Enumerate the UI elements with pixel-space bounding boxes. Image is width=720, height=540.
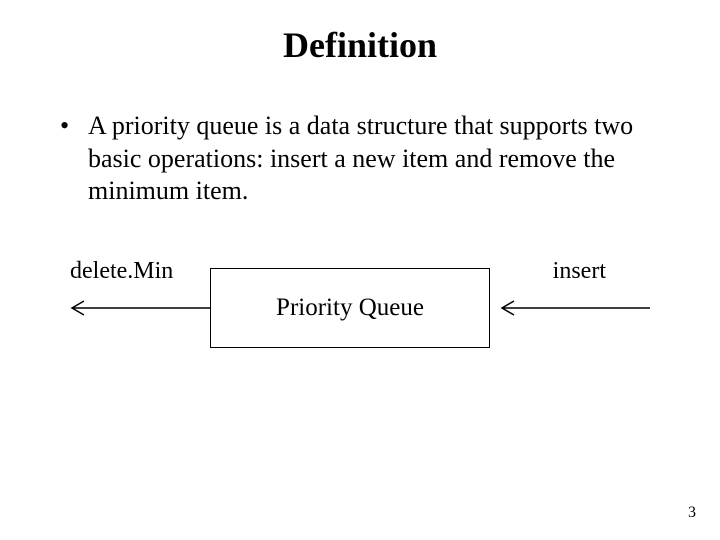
- arrow-left-icon: [60, 298, 210, 318]
- priority-queue-box-label: Priority Queue: [276, 294, 424, 322]
- slide-title: Definition: [0, 24, 720, 66]
- bullet-marker: •: [60, 110, 88, 143]
- delete-min-label: delete.Min: [70, 258, 173, 285]
- priority-queue-box: Priority Queue: [210, 268, 490, 348]
- page-number: 3: [688, 504, 696, 522]
- body-text: • A priority queue is a data structure t…: [60, 110, 660, 208]
- bullet-text: A priority queue is a data structure tha…: [88, 110, 660, 208]
- priority-queue-diagram: delete.Min insert Priority Queue: [60, 248, 660, 368]
- arrow-right-icon: [490, 298, 650, 318]
- slide: Definition • A priority queue is a data …: [0, 0, 720, 540]
- insert-label: insert: [553, 258, 606, 285]
- bullet-item: • A priority queue is a data structure t…: [60, 110, 660, 208]
